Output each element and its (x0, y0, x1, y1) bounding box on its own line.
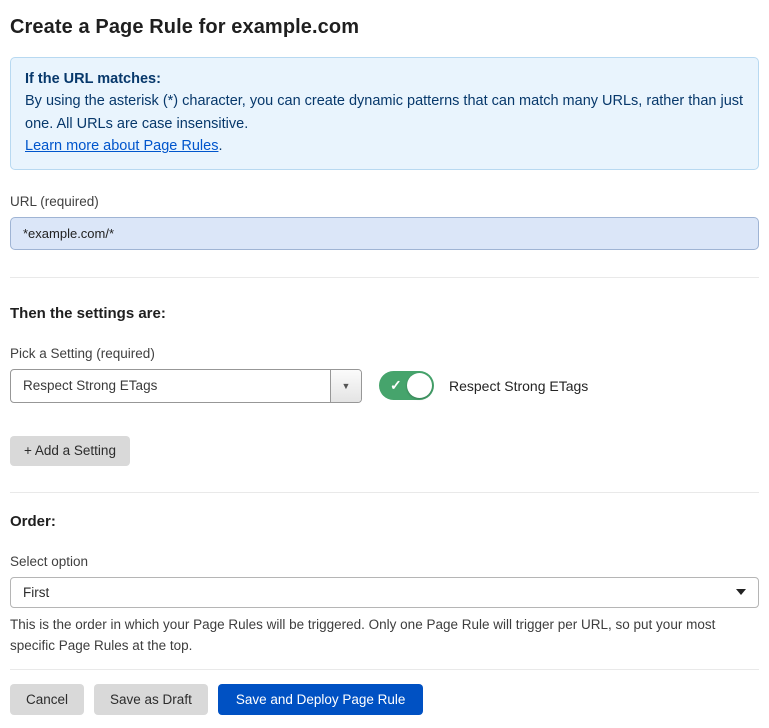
toggle-knob (407, 373, 432, 398)
check-icon: ✓ (390, 371, 402, 400)
setting-select-value: Respect Strong ETags (11, 370, 330, 402)
cancel-button[interactable]: Cancel (10, 684, 84, 715)
page-rule-form: Create a Page Rule for example.com If th… (0, 0, 769, 728)
save-draft-button[interactable]: Save as Draft (94, 684, 208, 715)
page-title: Create a Page Rule for example.com (10, 16, 759, 39)
setting-select[interactable]: Respect Strong ETags ▼ (10, 369, 362, 403)
url-match-info-box: If the URL matches: By using the asteris… (10, 57, 759, 170)
divider (10, 669, 759, 670)
footer-actions: Cancel Save as Draft Save and Deploy Pag… (10, 684, 759, 715)
chevron-down-icon[interactable]: ▼ (330, 370, 361, 402)
order-section-heading: Order: (10, 513, 759, 530)
save-deploy-button[interactable]: Save and Deploy Page Rule (218, 684, 424, 715)
settings-section-heading: Then the settings are: (10, 305, 759, 322)
divider (10, 492, 759, 493)
setting-toggle[interactable]: ✓ (379, 371, 434, 400)
setting-row: Respect Strong ETags ▼ ✓ Respect Strong … (10, 369, 759, 403)
link-period: . (218, 138, 222, 154)
url-input[interactable] (10, 217, 759, 250)
toggle-label: Respect Strong ETags (449, 378, 588, 394)
order-help-text: This is the order in which your Page Rul… (10, 615, 759, 657)
order-select[interactable]: First (10, 577, 759, 608)
info-box-body: By using the asterisk (*) character, you… (25, 90, 744, 135)
url-field-label: URL (required) (10, 194, 759, 209)
order-select-value: First (23, 585, 49, 600)
info-box-heading: If the URL matches: (25, 68, 744, 90)
divider (10, 277, 759, 278)
setting-picker-label: Pick a Setting (required) (10, 346, 759, 361)
add-setting-button[interactable]: + Add a Setting (10, 436, 130, 466)
learn-more-link[interactable]: Learn more about Page Rules (25, 138, 218, 154)
caret-down-icon (736, 589, 746, 595)
order-select-label: Select option (10, 554, 759, 569)
